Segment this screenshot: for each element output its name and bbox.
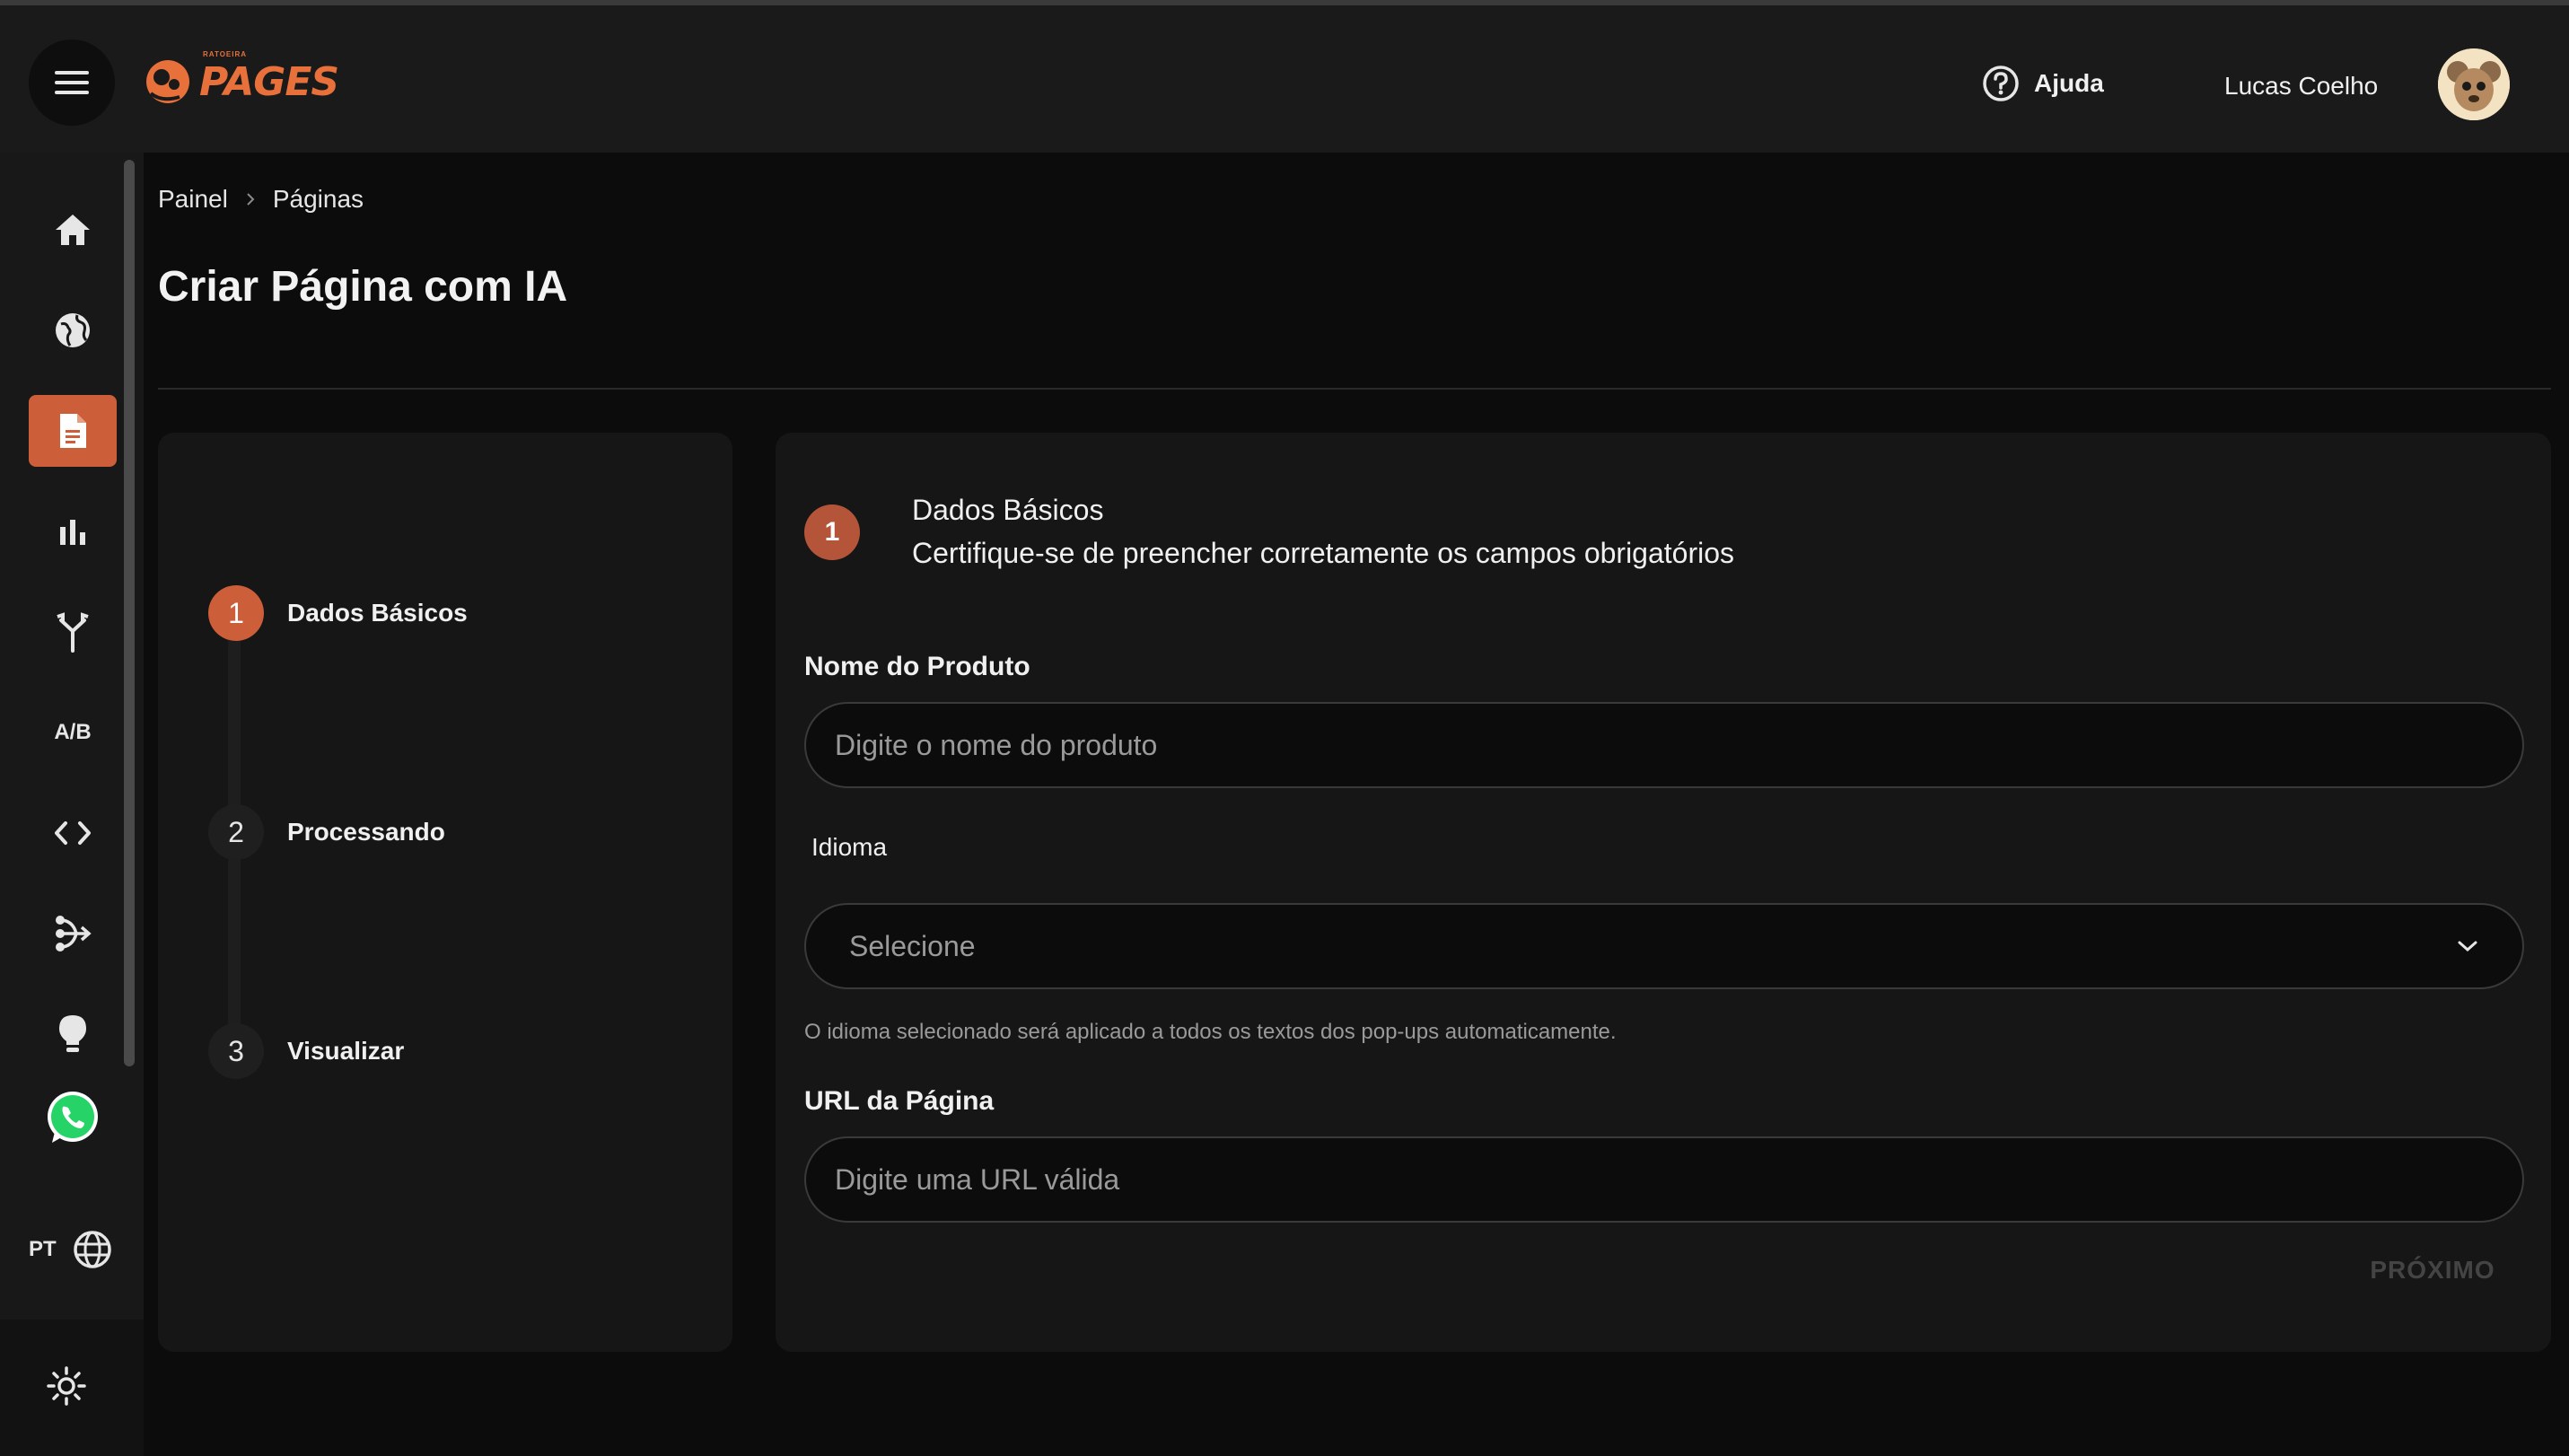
- top-bar: RATOEIRA PAGES Ajuda Lucas Coelho: [0, 0, 2569, 153]
- language-select-value: Selecione: [849, 929, 976, 962]
- chevron-down-icon: [2458, 941, 2477, 952]
- form-step-title: Dados Básicos: [912, 494, 1104, 526]
- language-code: PT: [29, 1237, 57, 1261]
- form-card: 1 Dados Básicos Certifique-se de preench…: [776, 433, 2551, 1352]
- step-visualizar[interactable]: 3 Visualizar: [208, 1023, 404, 1079]
- sidebar-item-ideas[interactable]: [29, 998, 117, 1070]
- menu-button[interactable]: [29, 39, 115, 126]
- avatar[interactable]: [2438, 48, 2510, 120]
- sun-icon: [47, 1366, 86, 1406]
- ab-test-label: A/B: [54, 720, 92, 744]
- help-label: Ajuda: [2034, 69, 2104, 97]
- sidebar-item-integrations[interactable]: [29, 898, 117, 969]
- help-link[interactable]: Ajuda: [1982, 65, 2104, 102]
- sidebar-item-pages[interactable]: [29, 395, 117, 467]
- breadcrumb: Painel Páginas: [158, 185, 364, 214]
- sidebar-scrollbar[interactable]: [124, 160, 135, 1066]
- globe-icon: [56, 313, 90, 347]
- sidebar-item-ab-test[interactable]: A/B: [29, 697, 117, 768]
- globe-outline-icon: [73, 1231, 111, 1268]
- language-help-text: O idioma selecionado será aplicado a tod…: [804, 1020, 1617, 1044]
- app-root: RATOEIRA PAGES Ajuda Lucas Coelho A/B PT…: [0, 0, 2569, 1456]
- next-button[interactable]: PRÓXIMO: [2343, 1235, 2522, 1305]
- step-number: 1: [208, 585, 264, 641]
- logo-wordmark: PAGES: [199, 58, 339, 105]
- step-dados-basicos[interactable]: 1 Dados Básicos: [208, 585, 468, 641]
- sidebar-item-analytics[interactable]: [29, 496, 117, 567]
- language-select[interactable]: Selecione: [804, 903, 2524, 989]
- code-icon: [55, 821, 91, 845]
- sidebar-item-funnels[interactable]: [29, 596, 117, 668]
- form-step-subtitle: Certifique-se de preencher corretamente …: [912, 537, 1735, 569]
- theme-toggle[interactable]: [47, 1366, 86, 1410]
- hamburger-icon: [55, 71, 89, 94]
- breadcrumb-item-paginas[interactable]: Páginas: [273, 185, 364, 214]
- form-step-number: 1: [804, 504, 860, 560]
- step-number: 3: [208, 1023, 264, 1079]
- step-number: 2: [208, 804, 264, 860]
- logo-text: RATOEIRA PAGES: [199, 50, 339, 105]
- home-icon: [56, 215, 90, 245]
- header-divider: [158, 388, 2551, 390]
- product-name-input[interactable]: [804, 702, 2524, 788]
- whatsapp-icon: [48, 1092, 98, 1143]
- language-switcher[interactable]: PT: [29, 1230, 112, 1269]
- chevron-right-icon: [247, 193, 255, 206]
- merge-icon: [57, 612, 89, 653]
- logo-subtext: RATOEIRA: [203, 49, 248, 58]
- help-circle-icon: [1983, 66, 2019, 101]
- sidebar-item-whatsapp[interactable]: [29, 1083, 117, 1154]
- step-label: Dados Básicos: [287, 599, 468, 627]
- document-icon: [60, 414, 86, 448]
- page-url-input[interactable]: [804, 1136, 2524, 1223]
- language-label: Idioma: [811, 833, 888, 861]
- sidebar-item-code[interactable]: [29, 797, 117, 869]
- sidebar-item-domains[interactable]: [29, 294, 117, 366]
- sidebar-footer: [0, 1320, 144, 1456]
- step-label: Visualizar: [287, 1037, 405, 1065]
- sidebar-item-home[interactable]: [29, 194, 117, 266]
- user-name[interactable]: Lucas Coelho: [2224, 72, 2378, 101]
- page-url-label: URL da Página: [804, 1086, 995, 1116]
- app-logo[interactable]: RATOEIRA PAGES: [144, 50, 339, 106]
- bar-chart-icon: [60, 520, 85, 545]
- split-arrow-icon: [56, 916, 92, 952]
- rat-logo-icon: [146, 60, 189, 103]
- product-name-label: Nome do Produto: [804, 652, 1030, 681]
- step-label: Processando: [287, 818, 445, 846]
- breadcrumb-item-painel[interactable]: Painel: [158, 185, 228, 214]
- user-avatar-icon: [2438, 48, 2510, 120]
- sidebar: A/B PT: [0, 153, 144, 1456]
- lightbulb-icon: [59, 1015, 86, 1052]
- step-processando[interactable]: 2 Processando: [208, 804, 445, 860]
- stepper-card: 1 Dados Básicos 2 Processando 3 Visualiz…: [158, 433, 732, 1352]
- page-title: Criar Página com IA: [158, 263, 568, 311]
